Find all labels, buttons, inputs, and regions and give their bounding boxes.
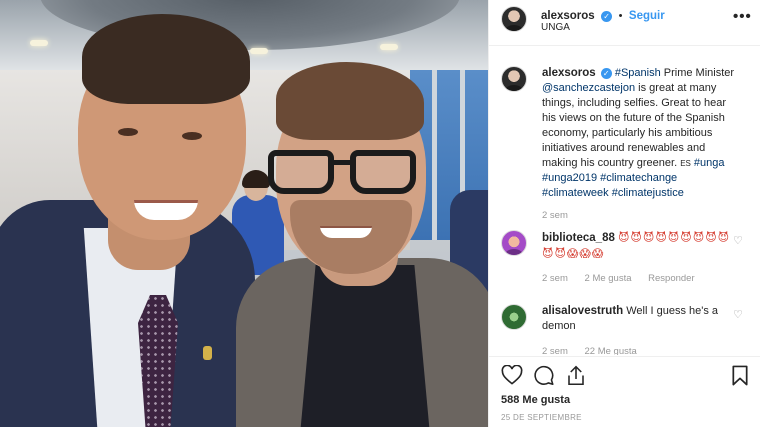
comment-likes[interactable]: 22 Me gusta: [585, 346, 637, 355]
comment-time[interactable]: 2 sem: [542, 273, 568, 284]
heart-icon[interactable]: ♡: [733, 234, 743, 247]
post-photo[interactable]: [0, 0, 488, 427]
caption-username[interactable]: alexsoros: [542, 67, 596, 79]
ceiling-light: [250, 48, 268, 54]
verified-icon: ✓: [601, 11, 613, 22]
caption-link[interactable]: #climatechange: [600, 172, 677, 184]
caption-link[interactable]: #Spanish: [615, 67, 661, 79]
like-count[interactable]: 588 Me gusta: [501, 394, 570, 406]
caption-time[interactable]: 2 sem: [542, 210, 568, 221]
heart-icon[interactable]: ♡: [733, 308, 743, 321]
avatar[interactable]: [501, 230, 527, 256]
caption-link[interactable]: #unga2019: [542, 172, 597, 184]
follow-button[interactable]: Seguir: [629, 10, 665, 22]
avatar[interactable]: [501, 66, 527, 92]
ceiling-light: [30, 40, 48, 46]
share-icon[interactable]: [566, 365, 586, 386]
caption-link[interactable]: #climateweek: [542, 187, 609, 199]
avatar[interactable]: [501, 304, 527, 330]
post-actions: 588 Me gusta 25 DE SEPTIEMBRE: [489, 356, 760, 427]
glasses: [268, 150, 416, 196]
caption-link[interactable]: #climatejustice: [612, 187, 684, 199]
reply-button[interactable]: Responder: [648, 273, 694, 284]
caption-segment: ES: [680, 159, 691, 168]
comment-username[interactable]: biblioteca_88: [542, 232, 615, 244]
comment-time[interactable]: 2 sem: [542, 346, 568, 355]
caption-link[interactable]: @sanchezcastejon: [542, 82, 635, 94]
comment-meta: 2 sem 22 Me gusta: [542, 346, 651, 355]
verified-icon: ✓: [600, 68, 612, 79]
location[interactable]: UNGA: [541, 22, 570, 33]
comment-username[interactable]: alisalovestruth: [542, 305, 623, 317]
post-date[interactable]: 25 DE SEPTIEMBRE: [501, 413, 582, 422]
heart-icon[interactable]: [501, 365, 523, 385]
post-header: alexsoros ✓ • Seguir UNGA •••: [489, 0, 760, 46]
comments-section[interactable]: alexsoros ✓ #Spanish Prime Minister @san…: [489, 47, 760, 355]
avatar[interactable]: [501, 6, 527, 32]
comment-likes[interactable]: 2 Me gusta: [585, 273, 632, 284]
comment-meta: 2 sem 2 Me gusta Responder: [542, 273, 709, 284]
more-icon[interactable]: •••: [733, 8, 752, 25]
caption-link[interactable]: #unga: [694, 157, 725, 169]
caption-segment: Prime Minister: [660, 67, 735, 79]
post-panel: alexsoros ✓ • Seguir UNGA ••• alexsoros …: [488, 0, 760, 427]
comment-icon[interactable]: [533, 365, 555, 386]
caption-segment: is great at many things, including selfi…: [542, 82, 727, 169]
lapel-pin: [203, 346, 212, 360]
caption-text: alexsoros ✓ #Spanish Prime Minister @san…: [542, 66, 738, 201]
bookmark-icon[interactable]: [731, 365, 749, 386]
ceiling-light: [380, 44, 398, 50]
separator: •: [618, 10, 623, 22]
username[interactable]: alexsoros: [541, 10, 595, 22]
